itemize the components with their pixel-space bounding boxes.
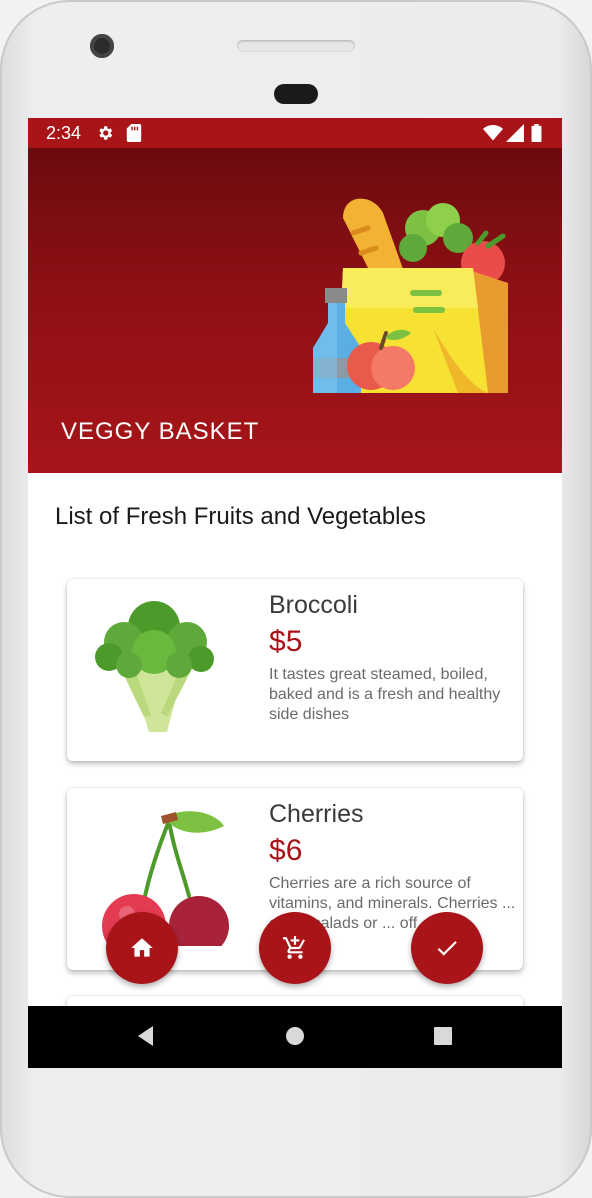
phone-frame: 2:34 VEGGY BASKET List of Fresh Fruits a… (0, 0, 592, 1198)
add-to-cart-icon (283, 936, 305, 959)
wifi-icon (483, 125, 503, 141)
home-button[interactable] (106, 912, 178, 984)
product-price: $5 (269, 625, 302, 659)
front-camera (90, 34, 114, 58)
currency-symbol: $ (269, 625, 286, 658)
add-to-cart-button[interactable] (259, 912, 331, 984)
status-time: 2:34 (46, 123, 82, 143)
product-card-broccoli[interactable]: Broccoli $5 It tastes great steamed, boi… (67, 579, 523, 761)
grocery-bag-illustration (313, 198, 508, 393)
status-bar: 2:34 (28, 118, 562, 148)
system-nav-bar (28, 1006, 562, 1068)
check-icon (437, 941, 457, 956)
back-icon[interactable] (134, 1024, 158, 1048)
recents-square-icon[interactable] (432, 1024, 454, 1048)
app-screen: 2:34 VEGGY BASKET List of Fresh Fruits a… (28, 118, 562, 1068)
app-title: VEGGY BASKET (61, 418, 260, 445)
earpiece-speaker (237, 40, 355, 52)
checkout-button[interactable] (411, 912, 483, 984)
hero-banner: VEGGY BASKET (28, 148, 562, 473)
broccoli-illustration (95, 601, 214, 732)
price-value: 5 (285, 625, 303, 658)
gear-icon (99, 126, 113, 140)
section-title: List of Fresh Fruits and Vegetables (55, 503, 426, 530)
product-price: $6 (269, 834, 302, 868)
battery-icon (531, 124, 542, 142)
product-name: Cherries (269, 800, 364, 828)
price-value: 6 (285, 834, 303, 867)
sd-card-icon (126, 124, 142, 142)
proximity-sensor (274, 84, 318, 104)
signal-icon (506, 124, 524, 142)
home-circle-icon[interactable] (284, 1024, 306, 1048)
product-name: Broccoli (269, 591, 358, 619)
product-description: It tastes great steamed, boiled, baked a… (269, 666, 501, 723)
home-icon (131, 938, 153, 957)
currency-symbol: $ (269, 834, 286, 867)
